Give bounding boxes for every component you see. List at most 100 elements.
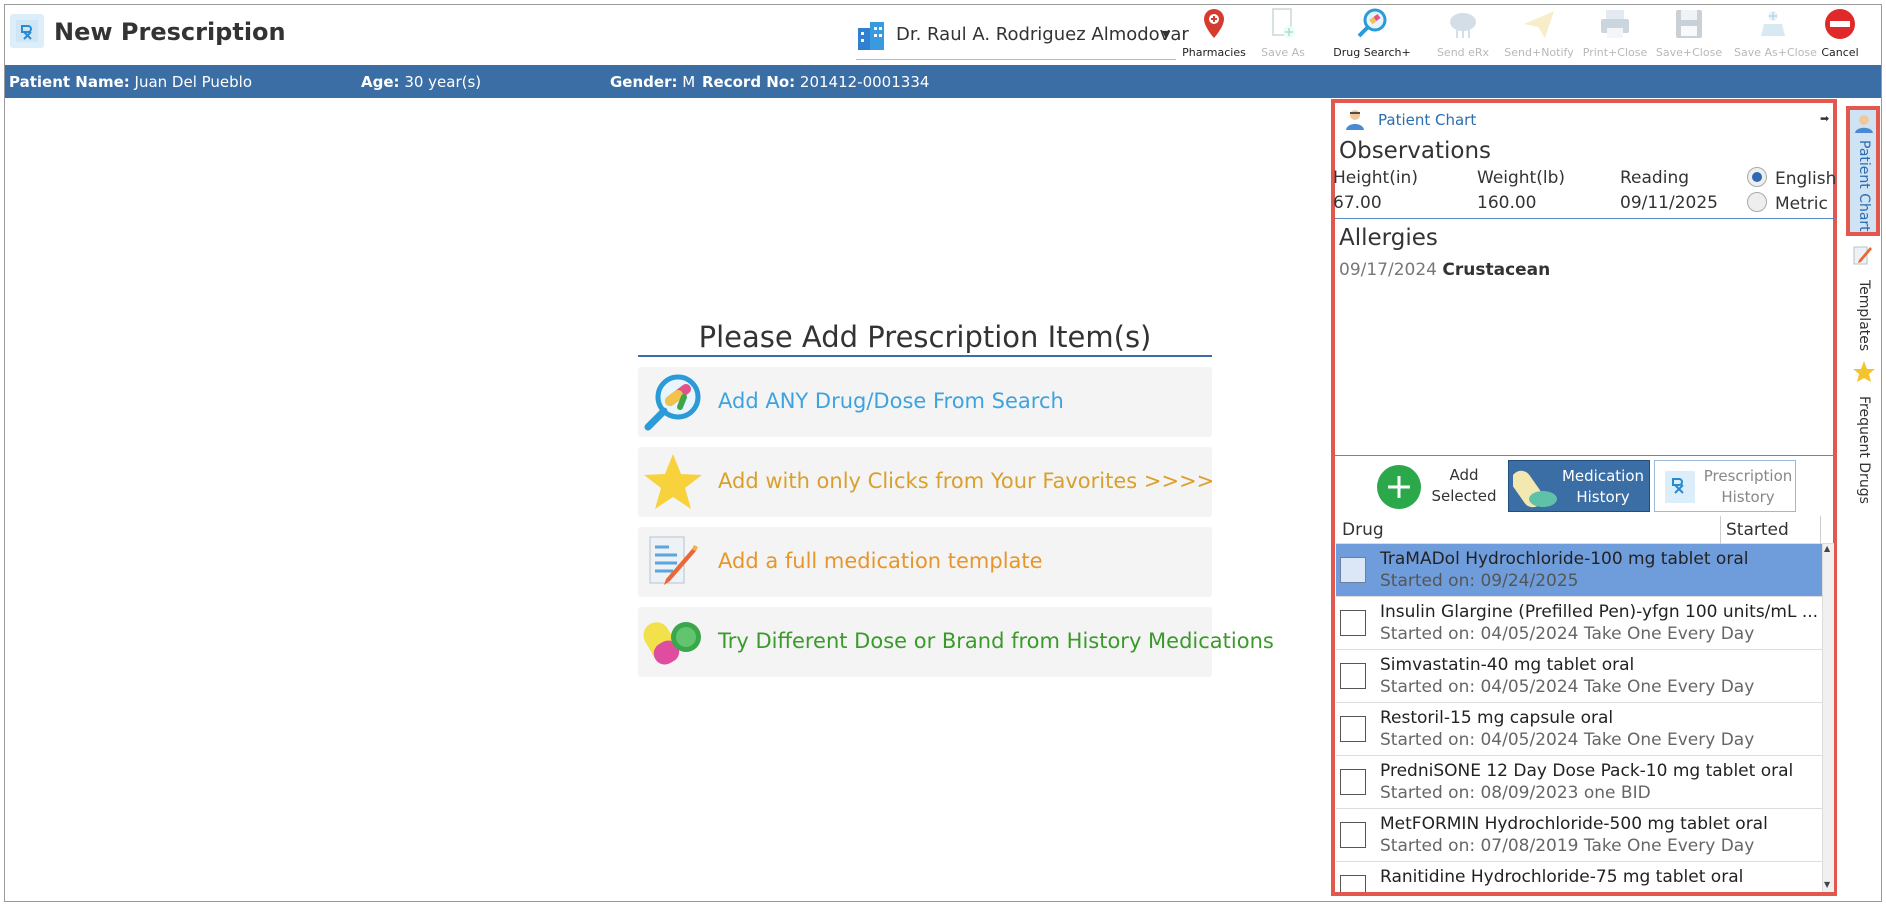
patient-name-label: Patient Name: <box>9 73 130 91</box>
column-started[interactable]: Started <box>1726 520 1789 540</box>
medication-row[interactable]: Simvastatin-40 mg tablet oral Started on… <box>1336 650 1822 703</box>
magnifier-pill-icon <box>644 374 701 431</box>
pin-icon[interactable]: ➡ <box>1820 112 1829 125</box>
row-checkbox[interactable] <box>1340 822 1366 848</box>
add-items-heading: Please Add Prescription Item(s) <box>698 320 1152 354</box>
grid-scrollbar[interactable]: ▲ ▼ <box>1822 544 1834 892</box>
drug-search-label: Drug Search+ <box>1333 46 1411 59</box>
patient-age-label: Age: <box>361 73 400 91</box>
prescription-icon <box>1665 471 1695 503</box>
prescription-icon <box>10 14 44 48</box>
rail-tab-patient-chart[interactable]: Patient Chart <box>1846 106 1880 236</box>
doctor-dropdown[interactable]: Dr. Raul A. Rodriguez Almodovar ▼ <box>856 18 1189 60</box>
pills-icon <box>643 622 701 665</box>
patient-chart-icon <box>1343 107 1367 131</box>
rail-label-templates: Templates <box>1856 280 1872 352</box>
drug-name: Insulin Glargine (Prefilled Pen)-yfgn 10… <box>1380 602 1819 622</box>
history-medications-label: Try Different Dose or Brand from History… <box>718 629 1274 653</box>
building-icon <box>856 20 888 50</box>
medication-grid-header: Drug Started <box>1336 516 1834 544</box>
document-pencil-icon <box>649 536 698 585</box>
cancel-icon <box>1825 9 1855 39</box>
prescription-history-line2: History <box>1721 488 1775 506</box>
prescription-history-line1: Prescription <box>1703 467 1793 485</box>
history-medications-option[interactable]: Try Different Dose or Brand from History… <box>638 607 1274 677</box>
row-checkbox[interactable] <box>1340 716 1366 742</box>
section-divider <box>1335 455 1835 456</box>
rail-label-frequent-drugs: Frequent Drugs <box>1856 396 1872 504</box>
row-checkbox[interactable] <box>1340 875 1366 892</box>
rail-tab-templates[interactable]: Templates <box>1846 244 1880 351</box>
send-notify-label: Send+Notify <box>1504 46 1574 59</box>
scroll-up-icon[interactable]: ▲ <box>1824 544 1830 553</box>
drug-name: Ranitidine Hydrochloride-75 mg tablet or… <box>1380 867 1744 887</box>
medication-row[interactable]: PredniSONE 12 Day Dose Pack-10 mg tablet… <box>1336 756 1822 809</box>
medication-row[interactable]: TraMADol Hydrochloride-100 mg tablet ora… <box>1336 544 1822 597</box>
paper-plane-icon <box>1524 11 1554 38</box>
english-label: English <box>1775 169 1837 189</box>
add-template-label: Add a full medication template <box>718 549 1043 573</box>
medication-grid: TraMADol Hydrochloride-100 mg tablet ora… <box>1336 544 1822 892</box>
weight-value: 160.00 <box>1477 193 1537 213</box>
save-close-button[interactable]: Save+Close <box>1650 6 1728 66</box>
star-icon <box>644 454 702 509</box>
row-checkbox[interactable] <box>1340 769 1366 795</box>
save-as-label: Save As <box>1261 46 1305 59</box>
print-close-label: Print+Close <box>1582 46 1648 59</box>
column-drug[interactable]: Drug <box>1342 520 1384 540</box>
add-template-option[interactable]: Add a full medication template <box>638 527 1212 597</box>
scroll-down-icon[interactable]: ▼ <box>1824 880 1830 889</box>
rail-tab-frequent-drugs[interactable]: Frequent Drugs <box>1846 360 1880 504</box>
save-as-close-label: Save As+Close <box>1734 46 1817 59</box>
allergy-item: 09/17/2024 Crustacean <box>1339 260 1550 280</box>
add-from-favorites-option[interactable]: Add with only Clicks from Your Favorites… <box>638 447 1215 517</box>
height-value: 67.00 <box>1333 193 1382 213</box>
drug-detail: Started on: 04/05/2024 Take One Every Da… <box>1380 677 1755 697</box>
print-close-button[interactable]: Print+Close <box>1576 6 1654 66</box>
save-as-close-button[interactable]: Save As+Close <box>1734 6 1817 66</box>
metric-radio[interactable] <box>1747 192 1767 212</box>
drug-detail: Started on: 08/09/2023 one BID <box>1380 783 1651 803</box>
drug-name: Restoril-15 mg capsule oral <box>1380 708 1614 728</box>
english-radio[interactable] <box>1747 167 1767 187</box>
add-selected-line2: Selected <box>1431 487 1497 505</box>
add-from-search-option[interactable]: Add ANY Drug/Dose From Search <box>638 367 1212 437</box>
row-checkbox[interactable] <box>1340 610 1366 636</box>
add-selected-button[interactable]: Add Selected <box>1376 460 1498 512</box>
drug-search-icon <box>1357 8 1387 38</box>
save-as-button[interactable]: Save As <box>1244 6 1322 66</box>
add-from-favorites-label: Add with only Clicks from Your Favorites… <box>718 469 1215 493</box>
pill-bottle-icon <box>1513 470 1557 508</box>
medication-row[interactable]: Insulin Glargine (Prefilled Pen)-yfgn 10… <box>1336 597 1822 650</box>
drug-search-button[interactable]: Drug Search+ <box>1333 6 1411 66</box>
patient-gender: M <box>682 73 696 91</box>
cancel-button[interactable]: Cancel <box>1810 6 1870 66</box>
pharmacies-button[interactable]: Pharmacies <box>1175 6 1253 66</box>
row-checkbox[interactable] <box>1340 663 1366 689</box>
medication-row[interactable]: MetFORMIN Hydrochloride-500 mg tablet or… <box>1336 809 1822 862</box>
add-selected-line1: Add <box>1449 466 1479 484</box>
chevron-down-icon: ▼ <box>1162 28 1171 41</box>
reading-label: Reading <box>1620 168 1690 188</box>
drug-detail: Started on: 07/08/2019 Take One Every Da… <box>1380 836 1755 856</box>
plus-circle-icon <box>1377 465 1421 509</box>
medication-row[interactable]: Ranitidine Hydrochloride-75 mg tablet or… <box>1336 862 1822 892</box>
send-erx-button[interactable]: Send eRx <box>1424 6 1502 66</box>
patient-chart-header: Patient Chart <box>1378 111 1477 129</box>
star-icon <box>1853 361 1875 382</box>
medication-history-line1: Medication <box>1561 467 1645 485</box>
drug-detail: Started on: 04/05/2024 Take One Every Da… <box>1380 730 1755 750</box>
drug-name: TraMADol Hydrochloride-100 mg tablet ora… <box>1380 549 1749 569</box>
prescription-history-button[interactable]: Prescription History <box>1654 460 1796 512</box>
patient-age: 30 year(s) <box>404 73 482 91</box>
medication-row[interactable]: Restoril-15 mg capsule oral Started on: … <box>1336 703 1822 756</box>
drug-name: PredniSONE 12 Day Dose Pack-10 mg tablet… <box>1380 761 1794 781</box>
add-from-search-label: Add ANY Drug/Dose From Search <box>718 389 1064 413</box>
send-notify-button[interactable]: Send+Notify <box>1500 6 1578 66</box>
rail-label-patient-chart: Patient Chart <box>1856 140 1872 232</box>
patient-name: Juan Del Pueblo <box>134 73 253 91</box>
weight-label: Weight(lb) <box>1477 168 1566 188</box>
medication-history-button[interactable]: Medication History <box>1508 460 1650 512</box>
patient-chart-icon <box>1855 115 1873 133</box>
row-checkbox[interactable] <box>1340 557 1366 583</box>
